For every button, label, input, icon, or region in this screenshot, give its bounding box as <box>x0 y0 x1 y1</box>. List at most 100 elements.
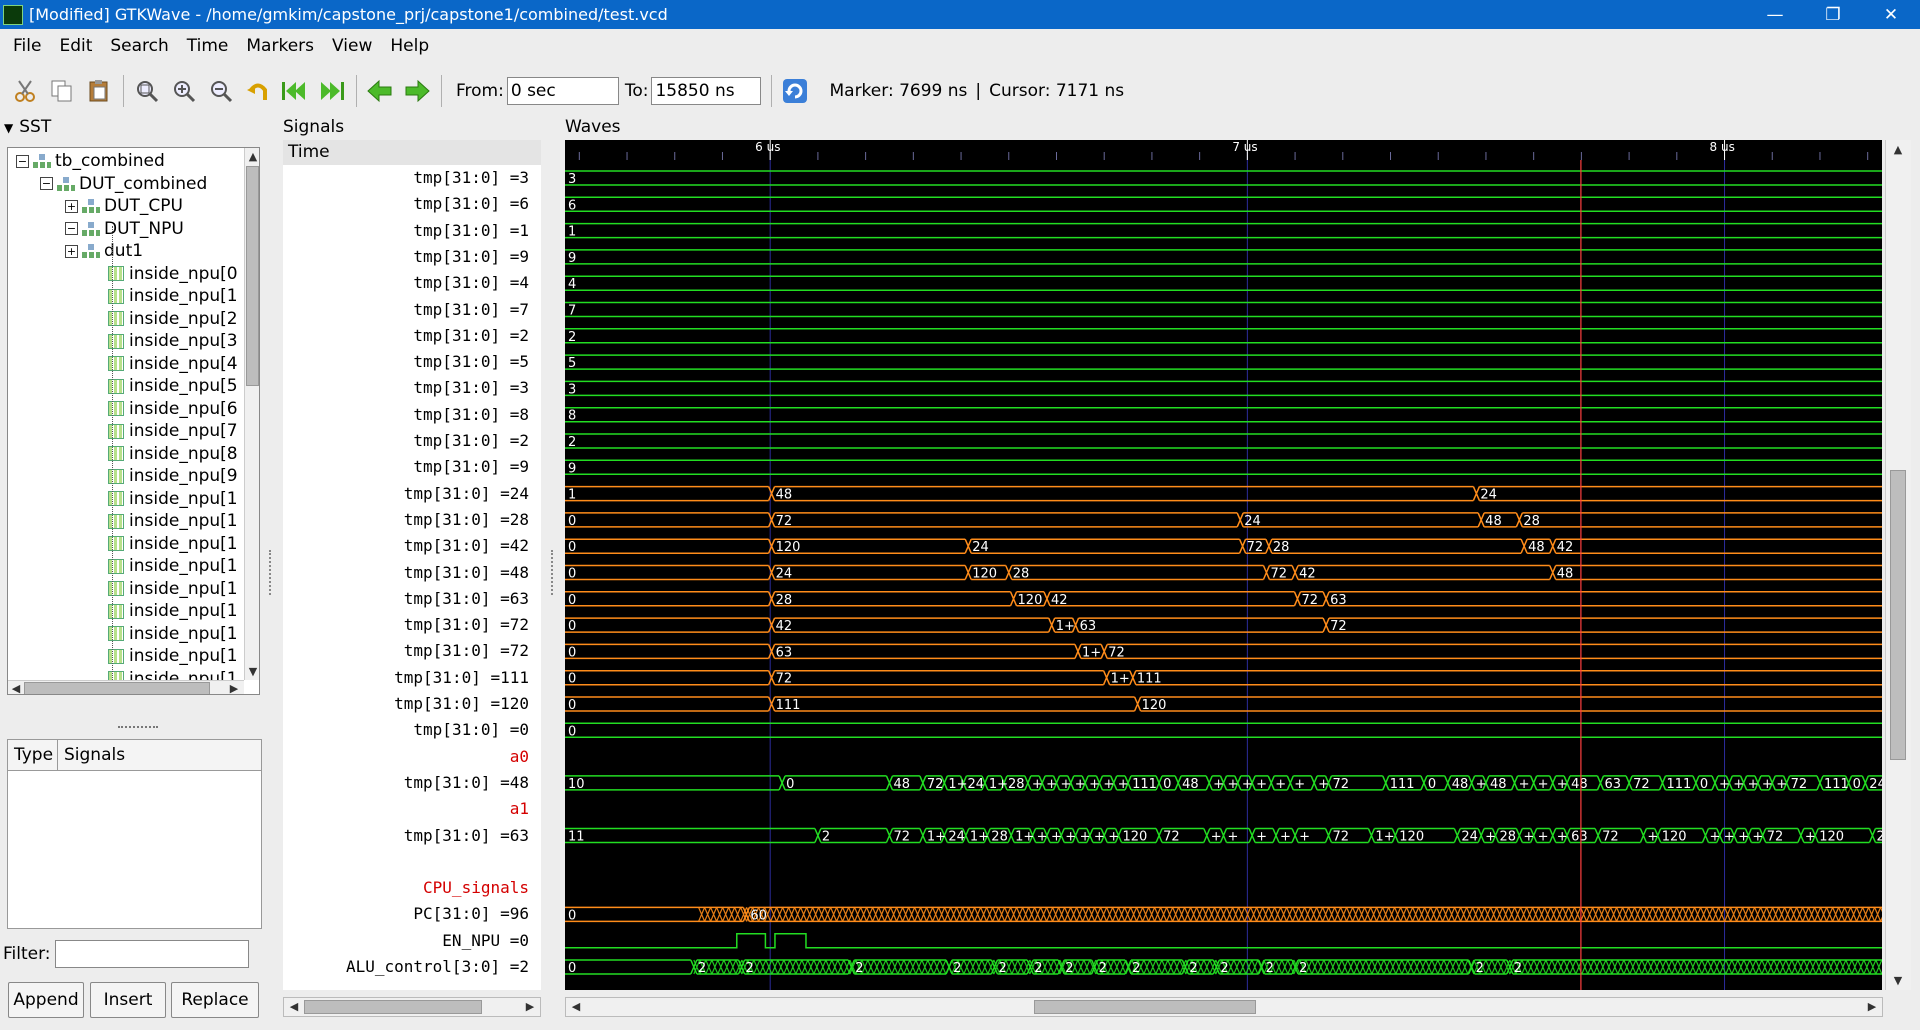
menu-file[interactable]: File <box>4 36 50 56</box>
collapse-icon[interactable]: − <box>65 222 78 235</box>
scroll-left-icon[interactable]: ◀ <box>8 682 24 694</box>
tree-signal-item[interactable]: inside_npu[9 <box>108 465 238 487</box>
tree-module-item[interactable]: − DUT_NPU <box>65 218 184 240</box>
signal-row[interactable]: tmp[31:0] =63 <box>283 823 541 849</box>
next-edge-icon[interactable] <box>402 76 432 106</box>
signal-comment[interactable]: a1 <box>283 796 541 822</box>
menu-help[interactable]: Help <box>381 36 438 56</box>
signal-row[interactable]: tmp[31:0] =48 <box>283 560 541 586</box>
waves-vscroll-thumb[interactable] <box>1890 470 1906 760</box>
jump-end-icon[interactable] <box>317 76 347 106</box>
type-signals-list[interactable] <box>7 771 262 929</box>
signal-row[interactable]: tmp[31:0] =120 <box>283 691 541 717</box>
tree-signal-item[interactable]: inside_npu[1 <box>108 488 238 510</box>
tree-signal-item[interactable]: inside_npu[2 <box>108 308 238 330</box>
signal-row[interactable]: tmp[31:0] =7 <box>283 297 541 323</box>
signal-row[interactable]: EN_NPU =0 <box>283 928 541 954</box>
left-pane-splitter[interactable] <box>269 550 273 595</box>
signal-row[interactable]: tmp[31:0] =72 <box>283 612 541 638</box>
tree-module-item[interactable]: − tb_combined <box>16 150 165 172</box>
sst-header[interactable]: ▼ SST <box>4 117 51 137</box>
reload-icon[interactable] <box>780 76 810 106</box>
tree-signal-item[interactable]: inside_npu[7 <box>108 420 238 442</box>
signal-row[interactable]: tmp[31:0] =8 <box>283 402 541 428</box>
signal-row[interactable]: tmp[31:0] =3 <box>283 375 541 401</box>
signal-row[interactable]: tmp[31:0] =2 <box>283 323 541 349</box>
paste-icon[interactable] <box>84 76 114 106</box>
scroll-up-icon[interactable]: ▲ <box>1890 143 1906 156</box>
tree-signal-item[interactable]: inside_npu[0 <box>108 263 238 285</box>
signal-row[interactable]: tmp[31:0] =42 <box>283 533 541 559</box>
signal-row[interactable]: tmp[31:0] =28 <box>283 507 541 533</box>
tree-signal-item[interactable]: inside_npu[6 <box>108 398 238 420</box>
tree-module-item[interactable]: + dut1 <box>65 240 143 262</box>
scroll-left-icon[interactable]: ◀ <box>568 1000 584 1013</box>
collapse-icon[interactable]: − <box>40 177 53 190</box>
signal-comment[interactable]: CPU_signals <box>283 875 541 901</box>
append-button[interactable]: Append <box>8 982 84 1018</box>
scroll-right-icon[interactable]: ▶ <box>1864 1000 1880 1013</box>
minimize-button[interactable]: — <box>1746 5 1804 25</box>
insert-button[interactable]: Insert <box>90 982 166 1018</box>
scroll-up-icon[interactable]: ▲ <box>245 150 259 163</box>
scroll-down-icon[interactable]: ▼ <box>1890 974 1906 987</box>
scroll-left-icon[interactable]: ◀ <box>286 1000 302 1013</box>
menu-time[interactable]: Time <box>178 36 238 56</box>
scroll-down-icon[interactable]: ▼ <box>245 665 259 678</box>
tree-signal-item[interactable]: inside_npu[1 <box>108 285 238 307</box>
signal-row[interactable]: tmp[31:0] =72 <box>283 638 541 664</box>
signals-pane-splitter[interactable] <box>551 550 555 595</box>
tree-signal-item[interactable]: inside_npu[5 <box>108 375 238 397</box>
signal-row[interactable]: tmp[31:0] =3 <box>283 165 541 191</box>
signal-row[interactable]: tmp[31:0] =111 <box>283 665 541 691</box>
sst-horizontal-scrollbar[interactable]: ◀ ▶ <box>8 680 244 694</box>
cut-icon[interactable] <box>10 76 40 106</box>
tree-signal-item[interactable]: inside_npu[1 <box>108 555 238 577</box>
signal-comment[interactable]: a0 <box>283 744 541 770</box>
signal-row[interactable]: tmp[31:0] =24 <box>283 481 541 507</box>
waves-canvas[interactable]: 6 us 7 us 8 us 3 6 1 9 4 7 2 5 3 8 2 9 1 48 24 0 72 24 48 28 0 1… <box>565 140 1882 990</box>
zoom-out-icon[interactable] <box>206 76 236 106</box>
close-button[interactable]: ✕ <box>1862 5 1920 25</box>
expand-icon[interactable]: + <box>65 244 78 258</box>
from-input[interactable] <box>506 77 619 105</box>
to-input[interactable] <box>651 77 762 105</box>
zoom-fit-icon[interactable] <box>132 76 162 106</box>
signal-row[interactable]: ALU_control[3:0] =2 <box>283 954 541 980</box>
signals-column-header[interactable]: Signals <box>58 740 261 770</box>
sst-hscroll-thumb[interactable] <box>24 682 210 694</box>
signal-row[interactable]: tmp[31:0] =63 <box>283 586 541 612</box>
sst-vertical-scrollbar[interactable]: ▲ ▼ <box>244 148 259 680</box>
signal-row[interactable]: tmp[31:0] =5 <box>283 349 541 375</box>
menu-search[interactable]: Search <box>101 36 177 56</box>
signal-row[interactable]: tmp[31:0] =0 <box>283 717 541 743</box>
undo-zoom-icon[interactable] <box>243 76 273 106</box>
signal-row[interactable]: tmp[31:0] =4 <box>283 270 541 296</box>
waves-hscroll-thumb[interactable] <box>1034 1000 1256 1014</box>
menu-view[interactable]: View <box>323 36 381 56</box>
tree-signal-item[interactable]: inside_npu[1 <box>108 623 238 645</box>
collapse-icon[interactable]: − <box>16 154 29 168</box>
tree-signal-item[interactable]: inside_npu[1 <box>108 645 238 667</box>
tree-signal-item[interactable]: inside_npu[1 <box>108 600 238 622</box>
signal-row[interactable]: tmp[31:0] =9 <box>283 244 541 270</box>
replace-button[interactable]: Replace <box>171 982 259 1018</box>
tree-signal-item[interactable]: inside_npu[1 <box>108 510 238 532</box>
signal-row[interactable]: tmp[31:0] =6 <box>283 191 541 217</box>
expand-icon[interactable]: + <box>65 199 78 213</box>
filter-input[interactable] <box>54 940 249 968</box>
signal-row[interactable]: tmp[31:0] =48 <box>283 770 541 796</box>
zoom-in-icon[interactable] <box>169 76 199 106</box>
waves-horizontal-scrollbar[interactable]: ◀ ▶ <box>565 997 1883 1017</box>
prev-edge-icon[interactable] <box>365 76 395 106</box>
signal-row[interactable]: tmp[31:0] =9 <box>283 454 541 480</box>
tree-module-item[interactable]: − DUT_combined <box>40 173 207 195</box>
tree-signal-item[interactable]: inside_npu[3 <box>108 330 238 352</box>
signals-horizontal-scrollbar[interactable]: ◀ ▶ <box>283 997 541 1017</box>
scroll-right-icon[interactable]: ▶ <box>522 1000 538 1013</box>
waves-vertical-scrollbar[interactable]: ▲ ▼ <box>1885 140 1911 990</box>
signals-hscroll-thumb[interactable] <box>304 1000 482 1014</box>
restore-button[interactable]: ❐ <box>1804 5 1862 25</box>
signal-row[interactable]: tmp[31:0] =1 <box>283 218 541 244</box>
scroll-right-icon[interactable]: ▶ <box>226 682 242 694</box>
